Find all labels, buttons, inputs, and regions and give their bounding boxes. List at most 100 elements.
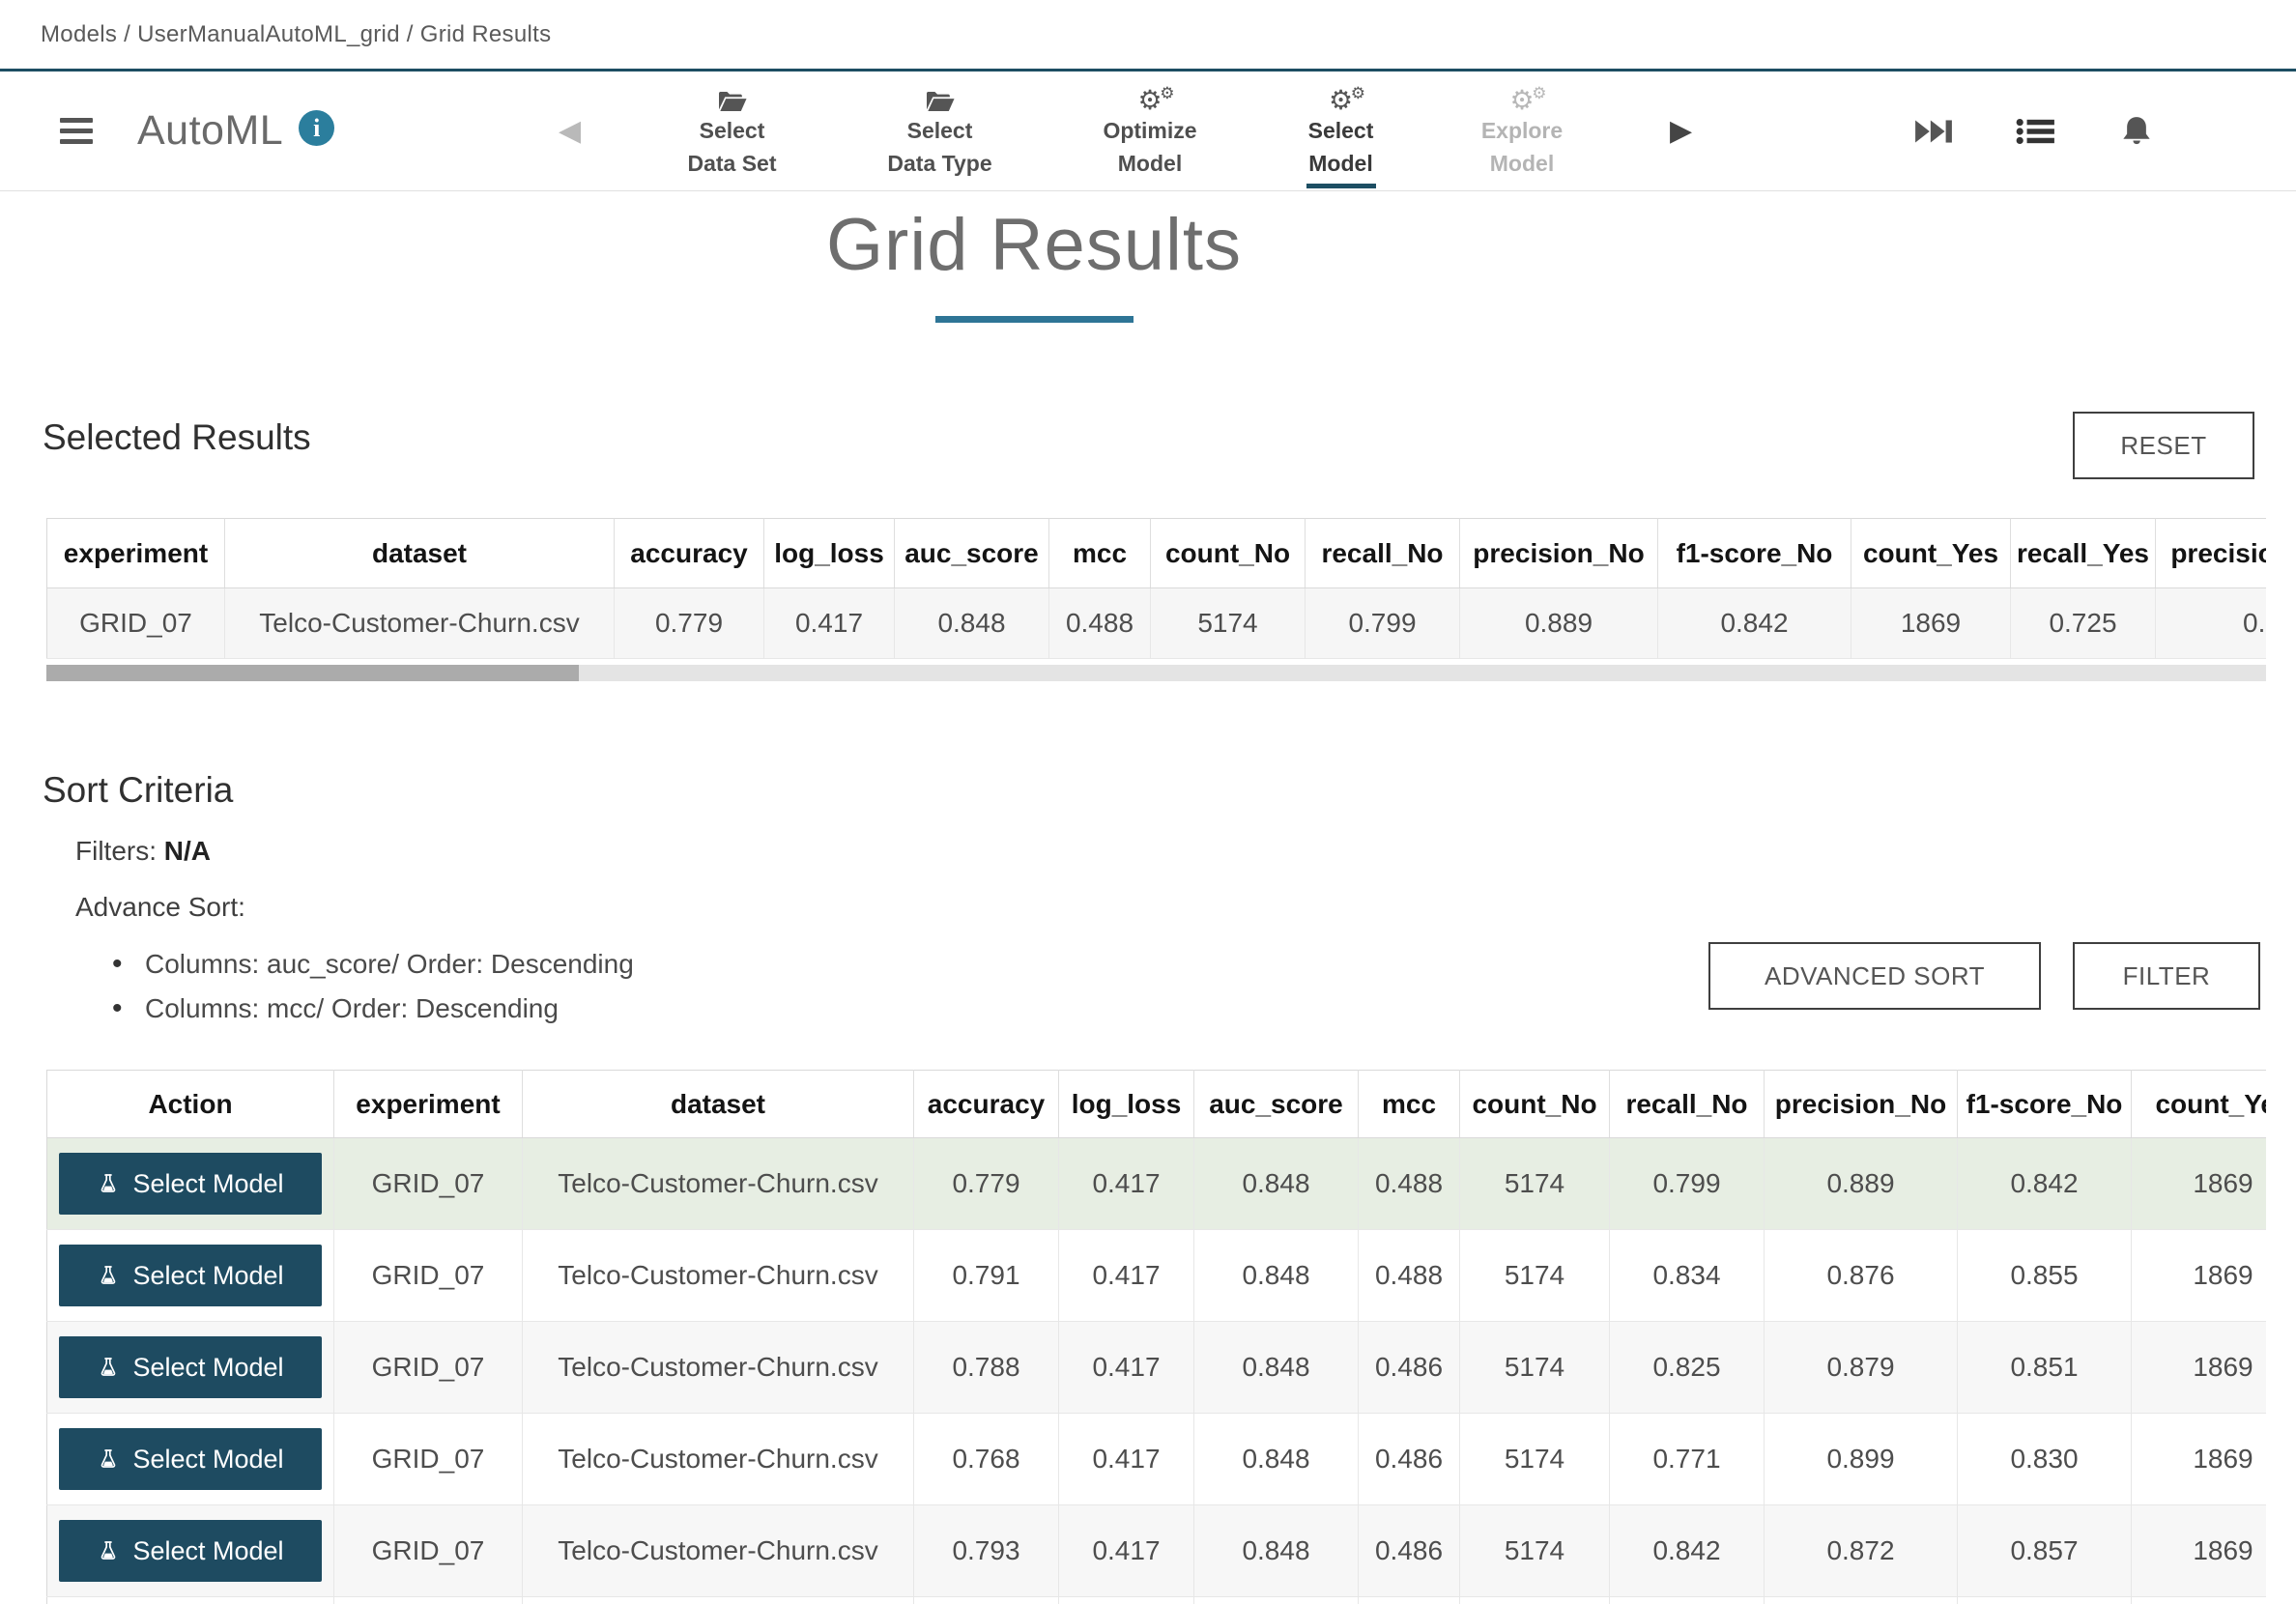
column-header: precision_No xyxy=(1765,1071,1958,1138)
selected-results-table: experiment dataset accuracy log_loss auc… xyxy=(46,518,2266,659)
app-title: AutoML xyxy=(137,107,283,155)
list-icon[interactable] xyxy=(2016,116,2056,147)
cell-value: 1869 xyxy=(2132,1138,2267,1230)
scrollbar-thumb[interactable] xyxy=(46,665,579,681)
cell-value: 5174 xyxy=(1460,1138,1610,1230)
column-header: dataset xyxy=(523,1071,914,1138)
result-row: Select Model GRID_07 Telco-Customer-Chur… xyxy=(47,1322,2267,1414)
cell-dataset: Telco-Customer-Churn.csv xyxy=(523,1230,914,1322)
table-header-row: Action experiment dataset accuracy log_l… xyxy=(47,1071,2267,1138)
column-header: f1-score_No xyxy=(1658,519,1851,588)
select-model-button[interactable]: Select Model xyxy=(59,1428,322,1490)
column-header: experiment xyxy=(47,519,225,588)
skip-end-icon[interactable] xyxy=(1913,117,1954,146)
cell-value: 0.417 xyxy=(764,588,895,659)
breadcrumb-bar: Models / UserManualAutoML_grid / Grid Re… xyxy=(0,0,2296,72)
column-header: auc_score xyxy=(1194,1071,1359,1138)
select-model-button[interactable]: Select Model xyxy=(59,1245,322,1306)
selected-results-heading: Selected Results xyxy=(43,417,2296,458)
cell-experiment: GRID_07 xyxy=(334,1230,523,1322)
step-select-data-set[interactable]: Select Data Set xyxy=(633,72,831,190)
column-header: count_Yes xyxy=(2132,1071,2267,1138)
cell-value: 0.842 xyxy=(1610,1505,1765,1597)
column-header: accuracy xyxy=(914,1071,1059,1138)
next-steps-arrow-icon[interactable]: ▶ xyxy=(1670,72,1692,190)
cell-value: 0.486 xyxy=(1359,1322,1460,1414)
step-label: Explore xyxy=(1481,114,1563,147)
select-model-button[interactable]: Select Model xyxy=(59,1153,322,1215)
table-header-row: experiment dataset accuracy log_loss auc… xyxy=(47,519,2267,588)
column-header: f1-score_No xyxy=(1958,1071,2132,1138)
cell-value: 0.779 xyxy=(615,588,764,659)
page-title: Grid Results xyxy=(0,203,2068,287)
menu-icon[interactable] xyxy=(60,118,93,144)
cell-value: 0.872 xyxy=(1765,1505,1958,1597)
cell-experiment: GRID_07 xyxy=(334,1322,523,1414)
bell-icon[interactable] xyxy=(2118,114,2155,149)
cell-value: 0.417 xyxy=(1059,1414,1194,1505)
cell-value: 0.5 xyxy=(2156,588,2267,659)
info-icon[interactable]: i xyxy=(299,110,334,146)
cell-value: 0.486 xyxy=(1359,1505,1460,1597)
active-step-underline xyxy=(1306,184,1376,188)
folder-open-icon xyxy=(717,85,748,114)
title-underline xyxy=(935,316,1134,323)
cell-value: 0.848 xyxy=(1194,1230,1359,1322)
cell-value: 0.848 xyxy=(895,588,1049,659)
cell-value: 0.851 xyxy=(1958,1322,2132,1414)
step-explore-model: ⚙⚙ Explore Model xyxy=(1430,72,1614,190)
column-header: count_No xyxy=(1460,1071,1610,1138)
navbar-right-icons xyxy=(1913,72,2155,190)
step-label: Select xyxy=(1308,114,1374,147)
column-header: dataset xyxy=(225,519,615,588)
step-select-data-type[interactable]: Select Data Type xyxy=(831,72,1048,190)
cell-value: 0.417 xyxy=(1059,1322,1194,1414)
step-select-model[interactable]: ⚙⚙ Select Model xyxy=(1251,72,1430,190)
sort-criteria-section: Sort Criteria Filters: N/A Advance Sort:… xyxy=(0,770,2296,1031)
prev-steps-arrow-icon[interactable]: ◀ xyxy=(559,72,581,190)
filter-button[interactable]: FILTER xyxy=(2073,942,2260,1010)
cell-experiment: GRID_07 xyxy=(334,1505,523,1597)
step-label: Select xyxy=(700,114,765,147)
advanced-sort-button[interactable]: ADVANCED SORT xyxy=(1708,942,2041,1010)
column-header: precision_Yes xyxy=(2156,519,2267,588)
cell-value: 5174 xyxy=(1460,1505,1610,1597)
step-optimize-model[interactable]: ⚙⚙ Optimize Model xyxy=(1048,72,1251,190)
cell-value: 0.855 xyxy=(1958,1230,2132,1322)
cell-experiment: GRID_07 xyxy=(334,1414,523,1505)
cell-dataset: Telco-Customer-Churn.csv xyxy=(523,1322,914,1414)
cell-value: 5174 xyxy=(1151,588,1306,659)
advance-sort-label: Advance Sort: xyxy=(43,892,2296,923)
top-navbar: AutoML i ◀ Select Data Set xyxy=(0,72,2296,191)
gears-icon: ⚙⚙ xyxy=(1509,85,1534,114)
column-header: recall_No xyxy=(1306,519,1460,588)
cell-dataset: Telco-Customer-Churn.csv xyxy=(225,588,615,659)
cell-dataset: Telco-Customer-Churn.csv xyxy=(523,1414,914,1505)
breadcrumb[interactable]: Models / UserManualAutoML_grid / Grid Re… xyxy=(41,21,551,48)
cell-value: 1869 xyxy=(2132,1505,2267,1597)
cell-value: 5174 xyxy=(1460,1322,1610,1414)
cell-value: 0.857 xyxy=(1958,1505,2132,1597)
cell-value: 0.842 xyxy=(1658,588,1851,659)
filters-label: Filters: xyxy=(75,836,157,866)
cell-value: 0.725 xyxy=(2011,588,2156,659)
cell-value: 0.899 xyxy=(1765,1414,1958,1505)
select-model-button[interactable]: Select Model xyxy=(59,1520,322,1582)
filters-value: N/A xyxy=(164,836,211,866)
select-model-button[interactable]: Select Model xyxy=(59,1336,322,1398)
flask-icon xyxy=(97,1356,120,1379)
cell-action: Select Model xyxy=(47,1230,334,1322)
result-row: Select Model GRID_07 Telco-Customer-Chur… xyxy=(47,1138,2267,1230)
cell-value: 0.848 xyxy=(1194,1505,1359,1597)
column-header: experiment xyxy=(334,1071,523,1138)
cell-value: 0.848 xyxy=(1194,1414,1359,1505)
column-header: Action xyxy=(47,1071,334,1138)
cell-value: 0.488 xyxy=(1359,1230,1460,1322)
selected-result-row: GRID_07 Telco-Customer-Churn.csv 0.779 0… xyxy=(47,588,2267,659)
column-header: recall_Yes xyxy=(2011,519,2156,588)
flask-icon xyxy=(97,1264,120,1287)
page-title-block: Grid Results xyxy=(0,191,2068,323)
reset-button[interactable]: RESET xyxy=(2073,412,2254,479)
column-header: recall_No xyxy=(1610,1071,1765,1138)
cell-action: Select Model xyxy=(47,1322,334,1414)
